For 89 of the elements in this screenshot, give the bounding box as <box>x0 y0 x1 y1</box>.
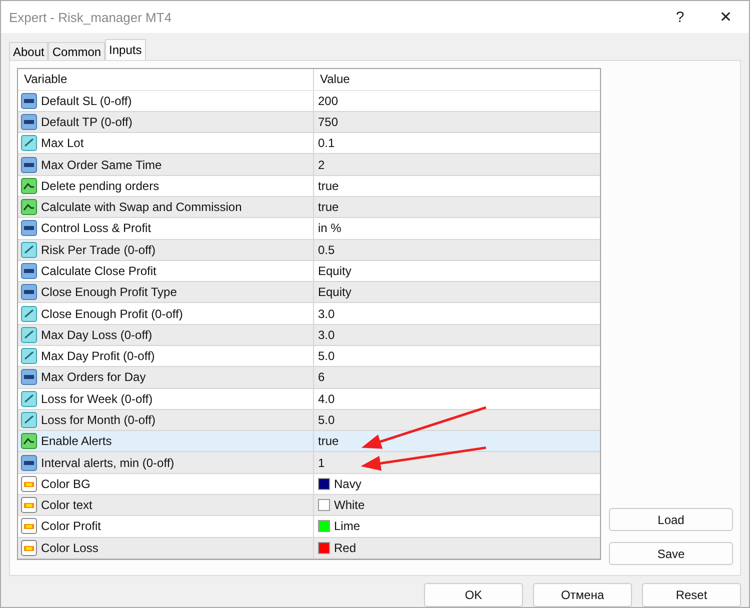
tab[interactable]: Inputs <box>105 38 146 60</box>
variable-value: 3.0 <box>318 328 335 342</box>
variable-name: Loss for Month (0-off) <box>41 412 156 427</box>
tab[interactable]: Common <box>48 42 106 60</box>
dialog-button[interactable]: Отмена <box>533 583 632 607</box>
variable-name: Max Lot <box>41 136 84 150</box>
table-row[interactable]: Loss for Month (0-off) 5.0 <box>18 410 600 432</box>
help-button[interactable]: ? <box>657 1 703 33</box>
variable-name: Color BG <box>41 476 90 491</box>
table-row[interactable]: Interval alerts, min (0-off) 1 <box>18 452 600 474</box>
variable-value: 200 <box>318 94 338 108</box>
table-row[interactable]: Close Enough Profit (0-off) 3.0 <box>18 303 600 325</box>
close-button[interactable]: ✕ <box>703 1 749 33</box>
variable-name: Enable Alerts <box>41 434 112 448</box>
table-row[interactable]: Close Enough Profit Type Equity <box>18 282 600 304</box>
variable-value: 0.1 <box>318 136 335 150</box>
table-row[interactable]: Default SL (0-off) 200 <box>18 90 600 112</box>
table-row[interactable]: Color Loss Red <box>18 538 600 559</box>
variable-name: Default SL (0-off) <box>41 94 132 108</box>
fraction-icon <box>21 348 37 364</box>
side-button[interactable]: Save <box>609 542 733 565</box>
table-row[interactable]: Calculate Close Profit Equity <box>18 260 600 282</box>
chart-icon <box>21 433 37 450</box>
variable-name: Color Loss <box>41 540 98 555</box>
table-row[interactable]: Color text White <box>18 494 600 516</box>
table-row[interactable]: Default TP (0-off) 750 <box>18 112 600 134</box>
variable-name: Delete pending orders <box>41 178 160 193</box>
table-row[interactable]: Risk Per Trade (0-off) 0.5 <box>18 240 600 261</box>
window-title: Expert - Risk_manager MT4 <box>9 10 173 24</box>
fraction-icon <box>21 242 37 258</box>
variable-name: Loss for Week (0-off) <box>41 392 153 406</box>
table-row[interactable]: Loss for Week (0-off) 4.0 <box>18 388 600 410</box>
table-row[interactable]: Color BG Navy <box>18 474 600 495</box>
variable-name: Max Day Profit (0-off) <box>41 349 155 364</box>
variable-value: White <box>334 498 365 512</box>
variable-value: 2 <box>318 158 325 172</box>
variable-value: 4.0 <box>318 392 335 406</box>
fraction-icon <box>21 326 37 343</box>
variable-value: true <box>318 178 339 193</box>
variable-name: Color Profit <box>41 519 102 534</box>
variable-value: 750 <box>318 115 338 130</box>
variable-name: Close Enough Profit Type <box>41 285 177 300</box>
table-row[interactable]: Color Profit Lime <box>18 516 600 538</box>
column-header[interactable]: Variable <box>18 68 314 90</box>
table-row[interactable]: Max Day Loss (0-off) 3.0 <box>18 324 600 346</box>
variable-name: Max Day Loss (0-off) <box>41 328 152 342</box>
table-row[interactable]: Delete pending orders true <box>18 176 600 198</box>
fraction-icon <box>21 412 37 428</box>
fraction-icon <box>21 390 37 407</box>
table-row[interactable]: Max Day Profit (0-off) 5.0 <box>18 346 600 368</box>
chart-icon <box>21 199 37 216</box>
dialog-button[interactable]: OK <box>424 583 523 607</box>
variable-name: Max Orders for Day <box>41 370 146 384</box>
variable-name: Calculate Close Profit <box>41 264 156 278</box>
variable-name: Risk Per Trade (0-off) <box>41 242 156 257</box>
variable-value: 3.0 <box>318 306 335 321</box>
table-row[interactable]: Max Lot 0.1 <box>18 133 600 154</box>
variable-name: Max Order Same Time <box>41 158 162 172</box>
variable-value: 5.0 <box>318 412 335 427</box>
variable-name: Control Loss & Profit <box>41 221 152 236</box>
tab[interactable]: About <box>9 42 48 60</box>
variable-name: Calculate with Swap and Commission <box>41 200 242 214</box>
variable-value: 5.0 <box>318 349 335 364</box>
variable-value: in % <box>318 221 342 236</box>
table-row[interactable]: Max Orders for Day 6 <box>18 367 600 389</box>
variable-value: 6 <box>318 370 325 384</box>
chart-icon <box>21 178 37 194</box>
variable-name: Default TP (0-off) <box>41 115 132 130</box>
variable-value: Equity <box>318 285 352 300</box>
variable-value: Red <box>334 540 356 555</box>
variable-value: Lime <box>334 519 360 534</box>
table-row[interactable]: Max Order Same Time 2 <box>18 154 600 176</box>
variable-name: Interval alerts, min (0-off) <box>41 456 174 470</box>
variable-value: 1 <box>318 456 325 470</box>
variable-value: true <box>318 434 339 448</box>
fraction-icon <box>21 306 37 322</box>
table-row[interactable]: Calculate with Swap and Commission true <box>18 197 600 218</box>
column-header[interactable]: Value <box>314 68 600 90</box>
table-row[interactable]: Enable Alerts true <box>18 431 600 452</box>
table-row[interactable]: Control Loss & Profit in % <box>18 218 600 240</box>
variable-value: Equity <box>318 264 352 278</box>
side-button[interactable]: Load <box>609 508 733 531</box>
dialog-button[interactable]: Reset <box>642 583 741 607</box>
variable-value: Navy <box>334 476 362 491</box>
variable-name: Close Enough Profit (0-off) <box>41 306 183 321</box>
fraction-icon <box>21 135 37 152</box>
variable-value: 0.5 <box>318 242 335 257</box>
variable-name: Color text <box>41 498 92 512</box>
variable-value: true <box>318 200 339 214</box>
